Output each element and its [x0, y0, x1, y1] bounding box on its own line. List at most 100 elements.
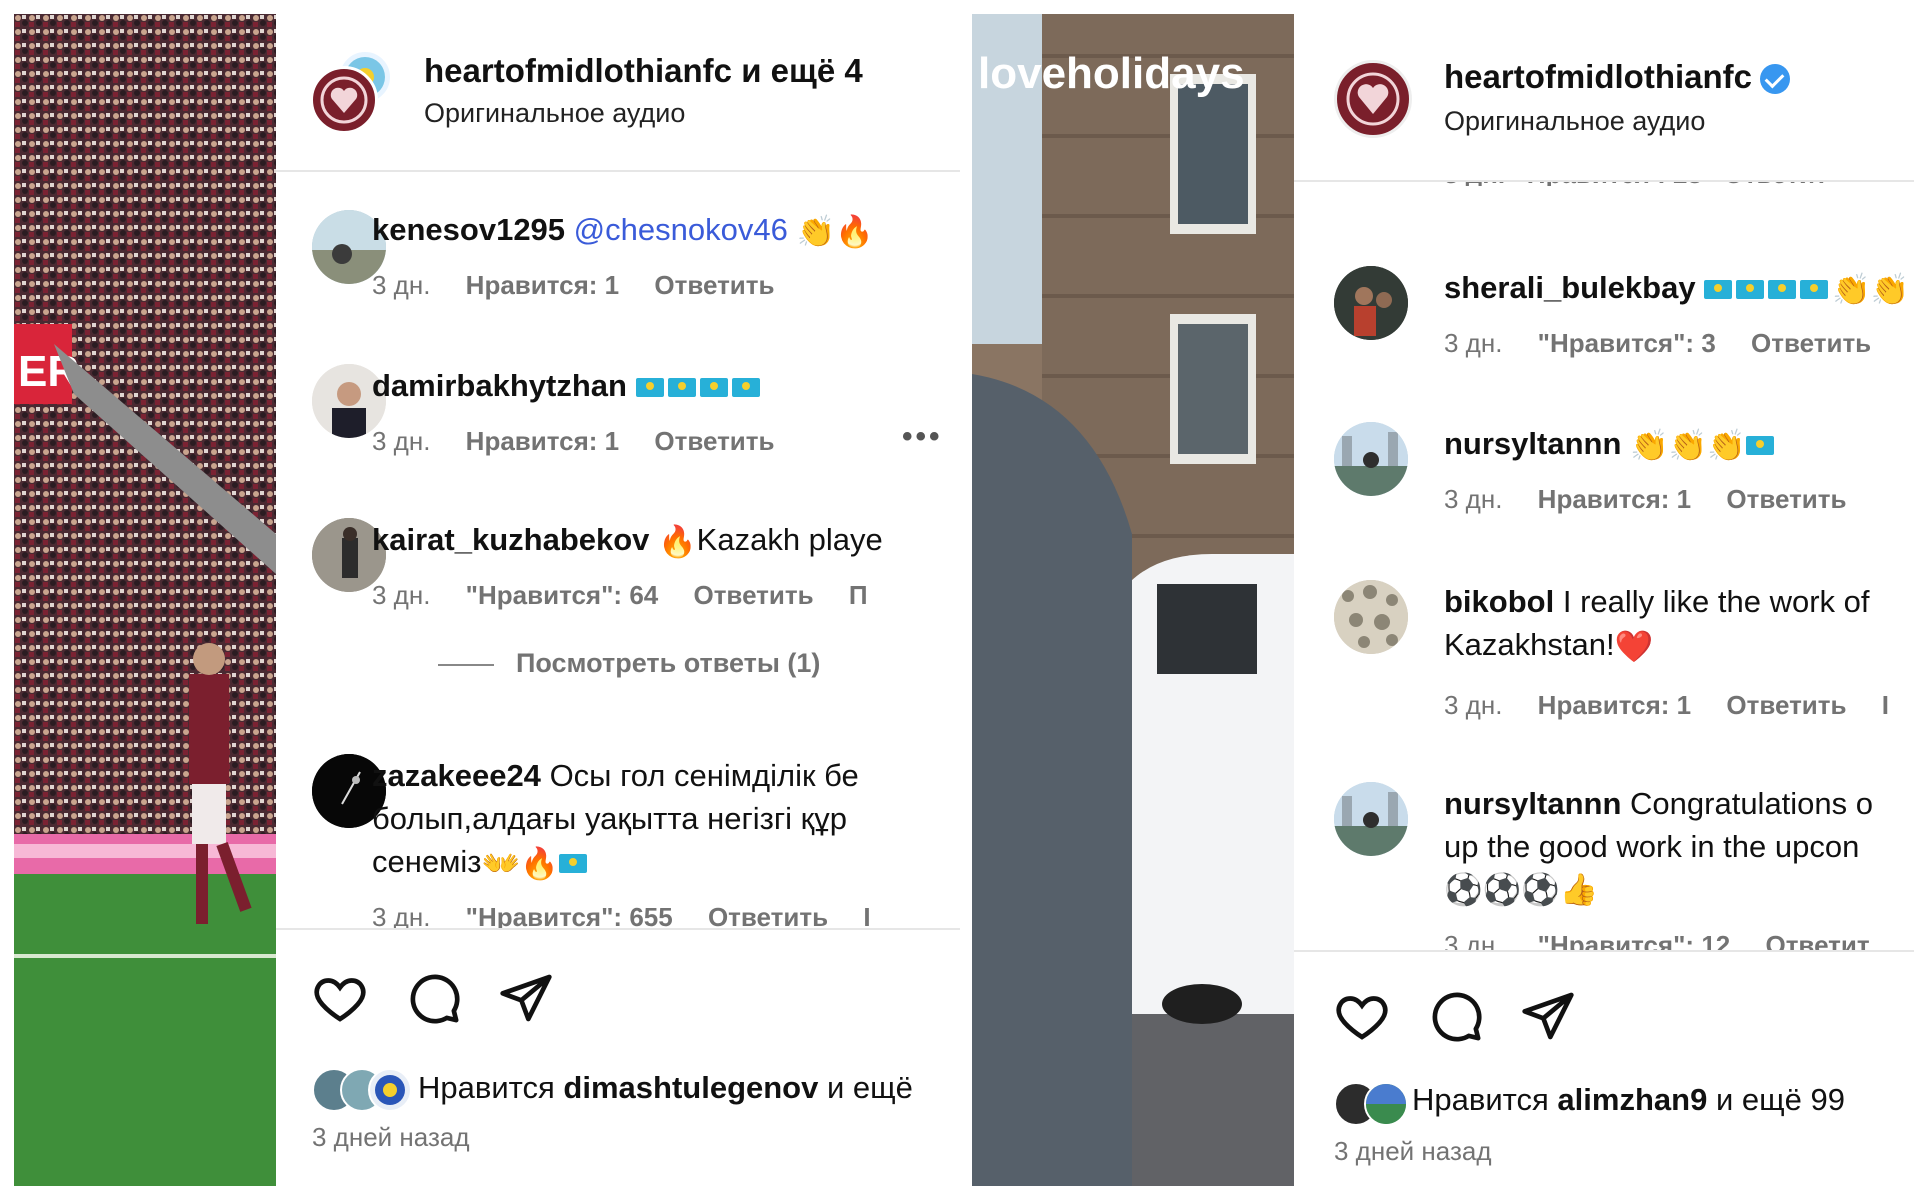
comment-username[interactable]: kenesov1295: [372, 212, 565, 247]
hearts-avatar[interactable]: [1334, 60, 1412, 138]
commenter-avatar[interactable]: [1334, 422, 1408, 496]
comment-mention[interactable]: @chesnokov46: [574, 212, 788, 247]
post-timestamp[interactable]: 3 дней назад: [312, 1122, 470, 1153]
liked-by-user[interactable]: alimzhan9: [1557, 1082, 1707, 1117]
liker-avatar[interactable]: [1364, 1082, 1408, 1126]
comment-time[interactable]: 3 дн.: [1444, 328, 1502, 358]
audio-label[interactable]: Оригинальное аудио: [424, 98, 685, 129]
liker-avatar[interactable]: [368, 1068, 412, 1112]
kz-flag-icon: [1736, 280, 1765, 300]
stadium-avatar-icon: [1366, 1084, 1406, 1124]
comment-item: kairat_kuzhabekov 🔥Kazakh playe 3 дн. "Н…: [276, 502, 960, 610]
coauthors-suffix[interactable]: и ещё 4: [741, 52, 863, 89]
post-author[interactable]: heartofmidlothianfc и ещё 4: [424, 52, 863, 90]
comment-time[interactable]: 3 дн.: [372, 426, 430, 456]
comment-username[interactable]: damirbakhytzhan: [372, 368, 627, 403]
comment-item: nursyltannn Congratulations o up the goo…: [1294, 768, 1914, 968]
avatar-photo-icon: [1334, 782, 1408, 856]
liked-by-text: Нравится alimzhan9 и ещё 99: [1412, 1082, 1845, 1118]
comment-likes[interactable]: Нравится: 1: [466, 270, 619, 300]
comment-likes[interactable]: Нравится: 1: [1538, 690, 1691, 720]
liked-by-others[interactable]: и ещё: [827, 1070, 913, 1105]
comment-username[interactable]: nursyltannn: [1444, 786, 1621, 821]
kazakh-flags: [635, 368, 764, 403]
hearts-avatar[interactable]: [310, 66, 378, 134]
more-options-icon[interactable]: •••: [902, 420, 943, 454]
cut-off-action[interactable]: П: [849, 580, 868, 610]
comment-line-2-text: Kazakhstan!: [1444, 627, 1615, 662]
stadium-photo: ER: [14, 14, 276, 1186]
comment-text: nursyltannn Congratulations o: [1444, 782, 1873, 825]
commenter-avatar[interactable]: [1334, 266, 1408, 340]
reply-button[interactable]: Ответить: [1751, 328, 1871, 358]
comment-username[interactable]: sherali_bulekbay: [1444, 270, 1696, 305]
liked-by-text: Нравится dimashtulegenov и ещё: [418, 1070, 913, 1106]
liked-by-prefix: Нравится: [418, 1070, 555, 1105]
share-send-icon[interactable]: [498, 970, 554, 1026]
author-name[interactable]: heartofmidlothianfc: [1444, 58, 1752, 95]
liked-by-user[interactable]: dimashtulegenov: [563, 1070, 818, 1105]
comment-likes[interactable]: "Нравится": 3: [1538, 328, 1716, 358]
comment-username[interactable]: zazakeee24: [372, 758, 541, 793]
post-author[interactable]: heartofmidlothianfc: [1444, 58, 1791, 96]
verified-badge-icon: [1760, 64, 1791, 95]
comment-line-2: болып,алдағы уақытта негізгі құр: [372, 801, 847, 836]
comment-meta: 3 дн. Нравится: 1 Ответить: [1444, 484, 1875, 515]
like-heart-icon[interactable]: [1334, 988, 1390, 1044]
comment-text: zazakeee24 Осы гол сенімділік бе: [372, 754, 859, 797]
share-send-icon[interactable]: [1520, 988, 1576, 1044]
comment-text: kairat_kuzhabekov 🔥Kazakh playe: [372, 518, 883, 563]
avatar-photo-icon: [1334, 580, 1408, 654]
comment-username[interactable]: bikobol: [1444, 584, 1554, 619]
right-post-photo[interactable]: loveholidays: [972, 14, 1294, 1186]
comment-time[interactable]: 3 дн.: [1444, 690, 1502, 720]
cut-off-action[interactable]: І: [1882, 690, 1889, 720]
comment-likes[interactable]: "Нравится": 64: [466, 580, 659, 610]
reply-button[interactable]: Ответить: [693, 580, 813, 610]
liked-by-others[interactable]: и ещё 99: [1716, 1082, 1845, 1117]
comment-bubble-icon[interactable]: [406, 970, 462, 1026]
post-actions-bar: Нравится dimashtulegenov и ещё 3 дней на…: [276, 928, 960, 1186]
comment-item: bikobol I really like the work of Kazakh…: [1294, 564, 1914, 724]
reply-button[interactable]: Ответить: [654, 270, 774, 300]
reply-button[interactable]: Ответить: [654, 426, 774, 456]
left-post-photo[interactable]: ER: [14, 14, 276, 1186]
comment-time[interactable]: 3 дн.: [372, 580, 430, 610]
view-replies-link[interactable]: Посмотреть ответы (1): [438, 648, 820, 679]
comment-time[interactable]: 3 дн.: [372, 270, 430, 300]
audio-label[interactable]: Оригинальное аудио: [1444, 106, 1705, 137]
reply-button[interactable]: Ответить: [1726, 690, 1846, 720]
comment-time[interactable]: 3 дн.: [1444, 484, 1502, 514]
kz-flag-icon: [699, 378, 728, 398]
heart-emoji: ❤️: [1614, 629, 1654, 665]
comment-meta: 3 дн. "Нравится": 64 Ответить П: [372, 580, 896, 611]
kz-flag-icon: [667, 378, 696, 398]
author-name[interactable]: heartofmidlothianfc: [424, 52, 732, 89]
kz-flag-icon: [1745, 436, 1774, 456]
kz-flag-icon: [1704, 280, 1733, 300]
right-post-header: heartofmidlothianfc Оригинальное аудио: [1294, 14, 1914, 182]
federation-crest-icon: [375, 1075, 405, 1105]
comment-bubble-icon[interactable]: [1428, 988, 1484, 1044]
kazakh-flags: [1704, 270, 1832, 305]
comment-likes[interactable]: Нравится: 1: [1538, 484, 1691, 514]
comment-username[interactable]: nursyltannn: [1444, 426, 1621, 461]
comment-line-2: up the good work in the upcon: [1444, 829, 1860, 864]
comment-line-1: I really like the work of: [1562, 584, 1870, 619]
comment-text: sherali_bulekbay 👏👏: [1444, 266, 1909, 311]
like-heart-icon[interactable]: [312, 970, 368, 1026]
comment-username[interactable]: kairat_kuzhabekov: [372, 522, 649, 557]
comment-likes[interactable]: Нравится: 1: [466, 426, 619, 456]
comment-line-1: Congratulations o: [1630, 786, 1874, 821]
post-timestamp[interactable]: 3 дней назад: [1334, 1136, 1492, 1167]
commenter-avatar[interactable]: [1334, 782, 1408, 856]
comment-text: bikobol I really like the work of: [1444, 580, 1870, 623]
reply-button[interactable]: Ответить: [1726, 484, 1846, 514]
comment-item: damirbakhytzhan 3 дн. Нравится: 1 Ответи…: [276, 348, 960, 456]
clap-emoji: 👏👏: [1832, 272, 1910, 308]
hearts-crest-icon: [320, 76, 368, 124]
commenter-avatar[interactable]: [1334, 580, 1408, 654]
hands-fire-emoji: 👐🔥: [481, 846, 559, 882]
comment-meta: 3 дн. Нравится: 1 Ответить: [372, 270, 803, 301]
comment-line-1: Осы гол сенімділік бе: [549, 758, 859, 793]
